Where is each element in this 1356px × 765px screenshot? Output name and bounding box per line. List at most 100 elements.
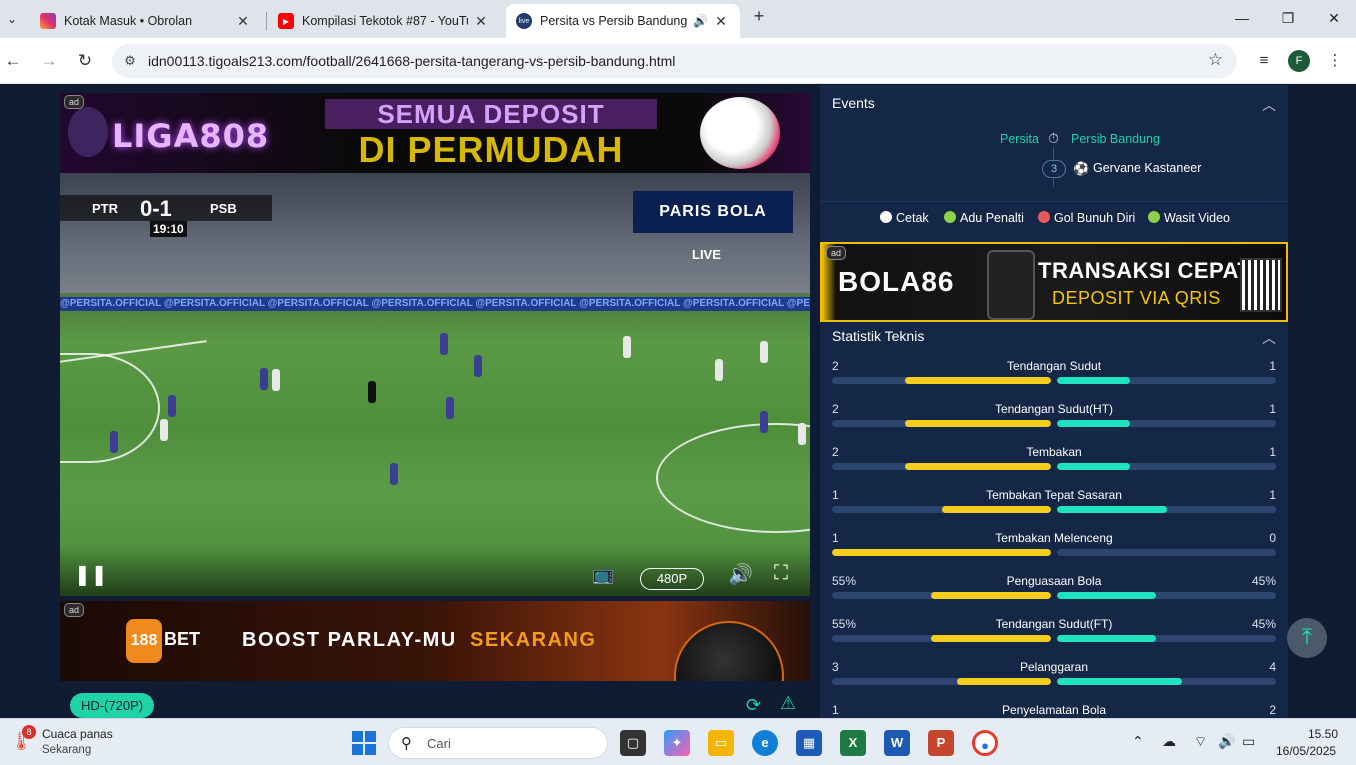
battery-icon[interactable]: ▭ <box>1242 733 1255 750</box>
player <box>623 336 631 358</box>
close-icon[interactable]: ✕ <box>234 13 252 30</box>
close-window-icon[interactable]: ✕ <box>1322 6 1346 30</box>
legend-goal: Cetak <box>880 211 929 225</box>
refresh-icon[interactable]: ⟳ <box>746 695 761 716</box>
stat-home-fill <box>904 420 1051 427</box>
fullscreen-icon[interactable]: ⛶ <box>774 562 788 585</box>
stat-away-bar <box>1057 678 1276 685</box>
chevron-up-icon[interactable]: ︿ <box>1262 328 1276 348</box>
tab-instagram[interactable]: Kotak Masuk • Obrolan ✕ <box>30 4 262 38</box>
stat-row: 2 Tendangan Sudut 1 <box>832 359 1276 402</box>
quality-selector[interactable]: 480P <box>640 568 704 590</box>
cloud-offline-icon[interactable]: ☁ <box>1162 733 1176 750</box>
legend-var: Wasit Video <box>1148 211 1230 225</box>
tab-persita-persib[interactable]: live Persita vs Persib Bandung - Li 🔊 ✕ <box>506 4 740 38</box>
store-icon[interactable]: ▦ <box>796 730 822 756</box>
ad-logo: 188 <box>126 619 162 663</box>
stat-home-bar <box>832 635 1051 642</box>
stat-row: 55% Penguasaan Bola 45% <box>832 574 1276 617</box>
stat-home-fill <box>904 463 1051 470</box>
stat-home-fill <box>832 549 1051 556</box>
ad-banner-top[interactable]: ad LIGA808 SEMUA DEPOSIT DI PERMUDAH <box>60 93 810 173</box>
tv-icon[interactable]: 📺 <box>592 564 614 585</box>
minimize-icon[interactable]: — <box>1230 6 1254 30</box>
menu-icon[interactable]: ⋮ <box>1323 49 1347 73</box>
stat-home-fill <box>941 506 1051 513</box>
back-icon[interactable]: ← <box>0 48 26 74</box>
player <box>440 333 448 355</box>
speaker-icon[interactable]: 🔊 <box>693 14 708 28</box>
excel-icon[interactable]: X <box>840 730 866 756</box>
mascot-image <box>68 107 108 157</box>
ad-headline: BOOST PARLAY-MU <box>242 629 457 651</box>
media-controls-icon[interactable]: ≡ <box>1252 49 1276 73</box>
bookmark-star-icon[interactable]: ☆ <box>1208 50 1223 70</box>
instagram-icon <box>40 13 56 29</box>
windows-taskbar: 🌡 8 Cuaca panas Sekarang ⚲ Cari ▢ ✦ ▭ e … <box>0 718 1356 765</box>
stat-home-fill <box>904 377 1051 384</box>
tab-search-icon[interactable]: ⌄ <box>0 0 24 38</box>
copilot-icon[interactable]: ✦ <box>664 730 690 756</box>
stat-away-bar <box>1057 463 1276 470</box>
stat-name: Tembakan Tepat Sasaran <box>986 488 1122 502</box>
stat-home-fill <box>957 678 1051 685</box>
youtube-icon: ▶ <box>278 13 294 29</box>
phone-image <box>987 250 1035 320</box>
ad-label: ad <box>826 246 847 260</box>
live-site-icon: live <box>516 13 532 29</box>
stat-name: Pelanggaran <box>1019 660 1089 674</box>
ad-banner-right[interactable]: ad BOLA86 TRANSAKSI CEPAT DEPOSIT VIA QR… <box>820 242 1288 322</box>
stat-away-fill <box>1057 635 1156 642</box>
referee <box>368 381 376 403</box>
volume-icon[interactable]: 🔊 <box>1218 733 1235 750</box>
close-icon[interactable]: ✕ <box>712 13 730 30</box>
taskbar-search[interactable]: ⚲ Cari <box>388 727 608 759</box>
close-icon[interactable]: ✕ <box>472 13 490 30</box>
stat-row: 1 Penyelamatan Bola 2 <box>832 703 1276 718</box>
volume-icon[interactable]: 🔊 <box>728 562 753 587</box>
profile-avatar[interactable]: F <box>1288 50 1310 72</box>
powerpoint-icon[interactable]: P <box>928 730 954 756</box>
stat-away-value: 1 <box>1269 402 1276 416</box>
clock-date[interactable]: 16/05/2025 <box>1276 744 1336 758</box>
ad-subheadline: DI PERMUDAH <box>358 129 624 170</box>
event-player: Gervane Kastaneer <box>1093 161 1202 175</box>
pause-icon[interactable]: ❚❚ <box>74 562 108 587</box>
windows-start-button[interactable] <box>352 731 376 755</box>
scroll-to-top-button[interactable]: ⤒ <box>1287 618 1327 658</box>
address-bar[interactable]: ⚙ idn00113.tigoals213.com/football/26416… <box>112 44 1237 78</box>
stat-away-fill <box>1057 463 1130 470</box>
warning-icon[interactable]: ⚠ <box>780 693 796 714</box>
search-icon: ⚲ <box>401 735 412 752</box>
edge-icon[interactable]: e <box>752 730 778 756</box>
chrome-icon[interactable]: ● <box>972 730 998 756</box>
ad-banner-bottom[interactable]: ad 188 BET BOOST PARLAY-MU SEKARANG <box>60 601 810 681</box>
event-minute: 3 <box>1042 160 1066 178</box>
forward-icon[interactable]: → <box>36 48 62 74</box>
restore-icon[interactable]: ❐ <box>1276 6 1300 30</box>
chevron-up-icon[interactable]: ︿ <box>1262 95 1276 115</box>
new-tab-button[interactable]: + <box>748 6 770 30</box>
center-circle <box>656 423 810 533</box>
url-text[interactable]: idn00113.tigoals213.com/football/2641668… <box>148 53 675 69</box>
chevron-up-icon[interactable]: ⌃ <box>1132 733 1144 750</box>
tab-title: Kompilasi Tekotok #87 - YouTub <box>302 14 468 28</box>
word-icon[interactable]: W <box>884 730 910 756</box>
site-info-icon[interactable]: ⚙ <box>120 51 140 71</box>
tab-title: Kotak Masuk • Obrolan <box>64 14 193 28</box>
player <box>168 395 176 417</box>
weather-title[interactable]: Cuaca panas <box>42 727 113 741</box>
file-explorer-icon[interactable]: ▭ <box>708 730 734 756</box>
task-view-icon[interactable]: ▢ <box>620 730 646 756</box>
ad-label: ad <box>64 603 85 617</box>
reload-icon[interactable]: ↻ <box>72 48 98 74</box>
tab-youtube[interactable]: ▶ Kompilasi Tekotok #87 - YouTub ✕ <box>268 4 500 38</box>
ad-brand: LIGA808 <box>112 117 270 155</box>
video-player[interactable]: @PERSITA.OFFICIAL @PERSITA.OFFICIAL @PER… <box>60 173 810 596</box>
home-team-code: PTR <box>92 201 118 216</box>
hd-source-button[interactable]: HD-(720P) <box>70 693 154 718</box>
pitch-adboard: @PERSITA.OFFICIAL @PERSITA.OFFICIAL @PER… <box>60 297 810 311</box>
legend-label: Gol Bunuh Diri <box>1054 211 1136 225</box>
clock-time[interactable]: 15.50 <box>1308 727 1338 741</box>
wifi-icon[interactable]: ⌔ <box>1194 733 1207 751</box>
